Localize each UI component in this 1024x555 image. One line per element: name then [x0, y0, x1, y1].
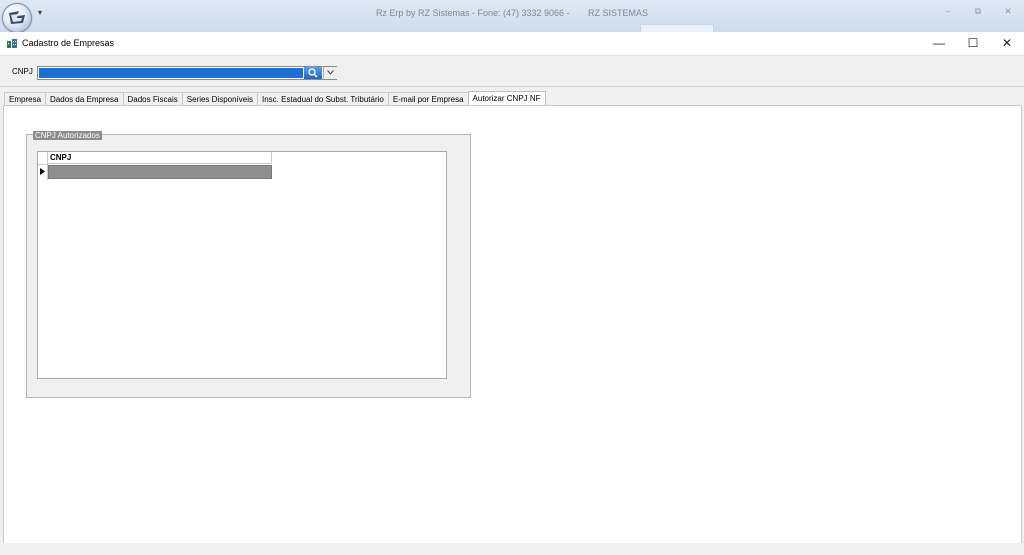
app-titlebar: ▾ Rz Erp by RZ Sistemas - Fone: (47) 333… [0, 0, 1024, 33]
cnpj-label: CNPJ [12, 67, 33, 76]
app-company-text: RZ SISTEMAS [588, 8, 649, 18]
group-legend: CNPJ Autorizados [33, 131, 102, 140]
status-strip [0, 543, 1024, 555]
tab-dados-fiscais[interactable]: Dados Fiscais [122, 92, 183, 106]
window-maximize-button[interactable]: ☐ [956, 32, 990, 55]
window-controls: — ☐ ✕ [922, 32, 1024, 55]
table-row[interactable] [48, 165, 272, 179]
tab-series-disponiveis[interactable]: Series Disponíveis [181, 92, 258, 106]
cnpj-toolbar: CNPJ [0, 56, 1024, 87]
tab-email-por-empresa[interactable]: E-mail por Empresa [387, 92, 469, 106]
app-minimize-button[interactable]: – [940, 4, 956, 18]
window-close-button[interactable]: ✕ [990, 32, 1024, 55]
chevron-down-icon [327, 70, 334, 75]
cnpj-combo[interactable] [37, 66, 337, 80]
cnpj-search-button[interactable] [304, 67, 322, 79]
cnpj-grid[interactable]: CNPJ [37, 151, 447, 379]
app-title-text: Rz Erp by RZ Sistemas - Fone: (47) 3332 … [375, 8, 570, 18]
window-titlebar: Cadastro de Empresas — ☐ ✕ [0, 32, 1024, 56]
tab-strip: Empresa Dados da Empresa Dados Fiscais S… [4, 91, 546, 107]
app-restore-button[interactable]: ⧉ [970, 4, 986, 18]
tab-insc-estadual[interactable]: Insc. Estadual do Subst. Tributário [257, 92, 389, 106]
building-icon [7, 39, 17, 48]
tab-dados-da-empresa[interactable]: Dados da Empresa [45, 92, 124, 106]
grid-indicator-column [38, 152, 48, 180]
tab-content: CNPJ Autorizados CNPJ [3, 105, 1022, 544]
row-pointer-icon [40, 168, 45, 175]
app-title: Rz Erp by RZ Sistemas - Fone: (47) 3332 … [0, 8, 1024, 18]
app-window-controls: – ⧉ ✕ [940, 4, 1016, 18]
tab-empresa[interactable]: Empresa [4, 92, 47, 106]
search-icon [308, 68, 318, 78]
cnpj-input[interactable] [39, 68, 303, 78]
cnpj-autorizados-group: CNPJ Autorizados CNPJ [26, 131, 471, 398]
cnpj-dropdown-button[interactable] [323, 67, 337, 79]
grid-header-cnpj[interactable]: CNPJ [48, 152, 272, 164]
window-minimize-button[interactable]: — [922, 32, 956, 55]
app-close-button[interactable]: ✕ [1000, 4, 1016, 18]
window-title: Cadastro de Empresas [22, 38, 115, 48]
